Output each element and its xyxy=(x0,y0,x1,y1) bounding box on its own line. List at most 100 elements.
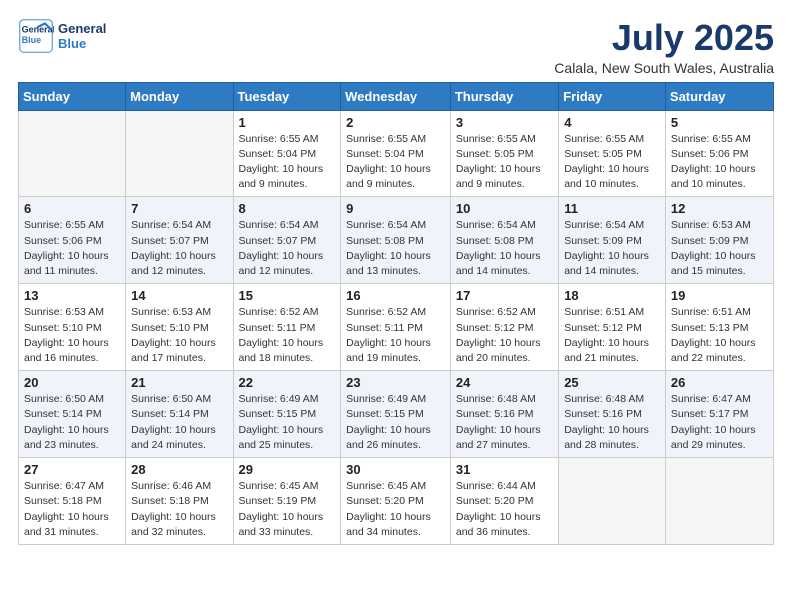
calendar-cell: 1 Sunrise: 6:55 AMSunset: 5:04 PMDaylight… xyxy=(233,110,341,197)
col-header-tuesday: Tuesday xyxy=(233,82,341,110)
calendar-cell: 19 Sunrise: 6:51 AMSunset: 5:13 PMDayligh… xyxy=(665,284,773,371)
day-number: 31 xyxy=(456,462,553,477)
calendar-cell: 9 Sunrise: 6:54 AMSunset: 5:08 PMDaylight… xyxy=(341,197,451,284)
col-header-saturday: Saturday xyxy=(665,82,773,110)
calendar-cell: 26 Sunrise: 6:47 AMSunset: 5:17 PMDayligh… xyxy=(665,371,773,458)
calendar-cell: 3 Sunrise: 6:55 AMSunset: 5:05 PMDaylight… xyxy=(450,110,558,197)
calendar-cell xyxy=(559,458,666,545)
calendar-cell: 17 Sunrise: 6:52 AMSunset: 5:12 PMDayligh… xyxy=(450,284,558,371)
day-info: Sunrise: 6:51 AMSunset: 5:13 PMDaylight:… xyxy=(671,305,768,366)
day-number: 14 xyxy=(131,288,227,303)
calendar-cell: 30 Sunrise: 6:45 AMSunset: 5:20 PMDayligh… xyxy=(341,458,451,545)
day-number: 26 xyxy=(671,375,768,390)
day-number: 10 xyxy=(456,201,553,216)
calendar-cell: 29 Sunrise: 6:45 AMSunset: 5:19 PMDayligh… xyxy=(233,458,341,545)
day-number: 23 xyxy=(346,375,445,390)
day-info: Sunrise: 6:49 AMSunset: 5:15 PMDaylight:… xyxy=(239,392,336,453)
day-number: 17 xyxy=(456,288,553,303)
calendar-cell: 20 Sunrise: 6:50 AMSunset: 5:14 PMDayligh… xyxy=(19,371,126,458)
calendar-week-row: 27 Sunrise: 6:47 AMSunset: 5:18 PMDayligh… xyxy=(19,458,774,545)
svg-text:Blue: Blue xyxy=(22,35,42,45)
day-number: 3 xyxy=(456,115,553,130)
calendar-week-row: 1 Sunrise: 6:55 AMSunset: 5:04 PMDaylight… xyxy=(19,110,774,197)
calendar-cell: 21 Sunrise: 6:50 AMSunset: 5:14 PMDayligh… xyxy=(126,371,233,458)
calendar-table: SundayMondayTuesdayWednesdayThursdayFrid… xyxy=(18,82,774,545)
day-number: 16 xyxy=(346,288,445,303)
day-info: Sunrise: 6:53 AMSunset: 5:10 PMDaylight:… xyxy=(131,305,227,366)
calendar-cell: 14 Sunrise: 6:53 AMSunset: 5:10 PMDayligh… xyxy=(126,284,233,371)
calendar-cell xyxy=(665,458,773,545)
col-header-thursday: Thursday xyxy=(450,82,558,110)
day-info: Sunrise: 6:54 AMSunset: 5:07 PMDaylight:… xyxy=(239,218,336,279)
day-number: 25 xyxy=(564,375,660,390)
day-info: Sunrise: 6:50 AMSunset: 5:14 PMDaylight:… xyxy=(131,392,227,453)
day-number: 30 xyxy=(346,462,445,477)
day-info: Sunrise: 6:44 AMSunset: 5:20 PMDaylight:… xyxy=(456,479,553,540)
calendar-cell: 18Sunrise: 6:51 AMSunset: 5:12 PMDayligh… xyxy=(559,284,666,371)
calendar-cell: 10 Sunrise: 6:54 AMSunset: 5:08 PMDayligh… xyxy=(450,197,558,284)
col-header-wednesday: Wednesday xyxy=(341,82,451,110)
logo-icon: General Blue xyxy=(18,18,54,54)
day-info: Sunrise: 6:55 AMSunset: 5:05 PMDaylight:… xyxy=(564,132,660,193)
col-header-monday: Monday xyxy=(126,82,233,110)
col-header-sunday: Sunday xyxy=(19,82,126,110)
day-info: Sunrise: 6:55 AMSunset: 5:06 PMDaylight:… xyxy=(24,218,120,279)
day-number: 1 xyxy=(239,115,336,130)
day-info: Sunrise: 6:55 AMSunset: 5:05 PMDaylight:… xyxy=(456,132,553,193)
day-number: 20 xyxy=(24,375,120,390)
page: General Blue General Blue July 2025 Cala… xyxy=(0,0,792,555)
day-info: Sunrise: 6:47 AMSunset: 5:17 PMDaylight:… xyxy=(671,392,768,453)
location: Calala, New South Wales, Australia xyxy=(554,60,774,76)
month-title: July 2025 xyxy=(554,18,774,58)
day-info: Sunrise: 6:48 AMSunset: 5:16 PMDaylight:… xyxy=(456,392,553,453)
day-info: Sunrise: 6:55 AMSunset: 5:04 PMDaylight:… xyxy=(239,132,336,193)
logo-text: General Blue xyxy=(58,21,106,51)
day-info: Sunrise: 6:54 AMSunset: 5:07 PMDaylight:… xyxy=(131,218,227,279)
day-info: Sunrise: 6:46 AMSunset: 5:18 PMDaylight:… xyxy=(131,479,227,540)
day-info: Sunrise: 6:45 AMSunset: 5:19 PMDaylight:… xyxy=(239,479,336,540)
day-number: 21 xyxy=(131,375,227,390)
day-info: Sunrise: 6:54 AMSunset: 5:08 PMDaylight:… xyxy=(456,218,553,279)
calendar-cell: 7 Sunrise: 6:54 AMSunset: 5:07 PMDaylight… xyxy=(126,197,233,284)
day-number: 7 xyxy=(131,201,227,216)
calendar-cell: 25 Sunrise: 6:48 AMSunset: 5:16 PMDayligh… xyxy=(559,371,666,458)
calendar-cell: 5 Sunrise: 6:55 AMSunset: 5:06 PMDaylight… xyxy=(665,110,773,197)
header: General Blue General Blue July 2025 Cala… xyxy=(18,18,774,76)
calendar-cell: 8Sunrise: 6:54 AMSunset: 5:07 PMDaylight… xyxy=(233,197,341,284)
day-info: Sunrise: 6:54 AMSunset: 5:09 PMDaylight:… xyxy=(564,218,660,279)
calendar-cell: 23 Sunrise: 6:49 AMSunset: 5:15 PMDayligh… xyxy=(341,371,451,458)
calendar-cell: 31 Sunrise: 6:44 AMSunset: 5:20 PMDayligh… xyxy=(450,458,558,545)
calendar-cell: 11Sunrise: 6:54 AMSunset: 5:09 PMDayligh… xyxy=(559,197,666,284)
calendar-cell xyxy=(19,110,126,197)
day-number: 2 xyxy=(346,115,445,130)
day-number: 5 xyxy=(671,115,768,130)
day-info: Sunrise: 6:52 AMSunset: 5:11 PMDaylight:… xyxy=(239,305,336,366)
day-number: 24 xyxy=(456,375,553,390)
day-number: 4 xyxy=(564,115,660,130)
calendar-cell: 27 Sunrise: 6:47 AMSunset: 5:18 PMDayligh… xyxy=(19,458,126,545)
calendar-week-row: 6 Sunrise: 6:55 AMSunset: 5:06 PMDaylight… xyxy=(19,197,774,284)
calendar-cell: 15Sunrise: 6:52 AMSunset: 5:11 PMDayligh… xyxy=(233,284,341,371)
calendar-cell: 28 Sunrise: 6:46 AMSunset: 5:18 PMDayligh… xyxy=(126,458,233,545)
calendar-cell: 6 Sunrise: 6:55 AMSunset: 5:06 PMDaylight… xyxy=(19,197,126,284)
day-info: Sunrise: 6:50 AMSunset: 5:14 PMDaylight:… xyxy=(24,392,120,453)
calendar-cell: 4 Sunrise: 6:55 AMSunset: 5:05 PMDaylight… xyxy=(559,110,666,197)
day-number: 6 xyxy=(24,201,120,216)
calendar-week-row: 20 Sunrise: 6:50 AMSunset: 5:14 PMDayligh… xyxy=(19,371,774,458)
day-number: 19 xyxy=(671,288,768,303)
day-info: Sunrise: 6:47 AMSunset: 5:18 PMDaylight:… xyxy=(24,479,120,540)
calendar-cell: 2Sunrise: 6:55 AMSunset: 5:04 PMDaylight… xyxy=(341,110,451,197)
day-info: Sunrise: 6:54 AMSunset: 5:08 PMDaylight:… xyxy=(346,218,445,279)
day-number: 28 xyxy=(131,462,227,477)
day-number: 18 xyxy=(564,288,660,303)
day-number: 29 xyxy=(239,462,336,477)
day-info: Sunrise: 6:45 AMSunset: 5:20 PMDaylight:… xyxy=(346,479,445,540)
title-block: July 2025 Calala, New South Wales, Austr… xyxy=(554,18,774,76)
day-info: Sunrise: 6:52 AMSunset: 5:12 PMDaylight:… xyxy=(456,305,553,366)
day-info: Sunrise: 6:49 AMSunset: 5:15 PMDaylight:… xyxy=(346,392,445,453)
day-info: Sunrise: 6:48 AMSunset: 5:16 PMDaylight:… xyxy=(564,392,660,453)
day-info: Sunrise: 6:55 AMSunset: 5:06 PMDaylight:… xyxy=(671,132,768,193)
calendar-cell: 22Sunrise: 6:49 AMSunset: 5:15 PMDayligh… xyxy=(233,371,341,458)
day-number: 27 xyxy=(24,462,120,477)
day-number: 9 xyxy=(346,201,445,216)
